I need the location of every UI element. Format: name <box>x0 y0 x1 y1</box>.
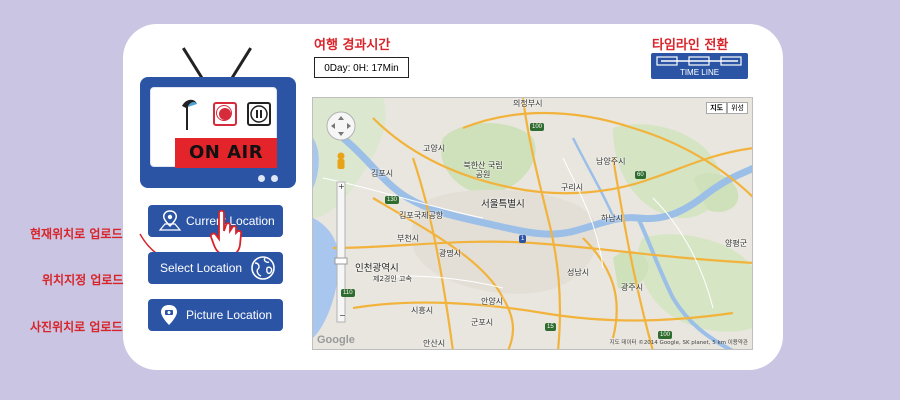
map-pin-icon <box>158 210 182 231</box>
map-type-satellite[interactable]: 위성 <box>727 102 748 114</box>
map-label: 하남시 <box>601 214 624 223</box>
elapsed-time-title: 여행 경과시간 <box>314 38 391 53</box>
map-label: 김포국제공항 <box>399 211 444 220</box>
map-label: 광주시 <box>621 283 644 292</box>
map-label: 시흥시 <box>411 306 434 315</box>
select-location-button[interactable]: Select Location <box>148 252 283 284</box>
zoom-out-button[interactable]: − <box>339 311 346 320</box>
map-label: 김포시 <box>371 169 394 178</box>
picture-location-label: Picture Location <box>186 308 273 322</box>
highway-shield: 1 <box>519 235 527 243</box>
map-type-map[interactable]: 지도 <box>706 102 728 114</box>
map-label: 구리시 <box>561 183 584 192</box>
map-label: 군포시 <box>471 318 494 327</box>
map-label: 서울특별시 <box>481 199 525 210</box>
highway-shield: 60 <box>635 171 646 179</box>
timeline-button-label: TIME LINE <box>679 68 720 77</box>
highway-shield: 15 <box>545 323 556 331</box>
map-label: 북한산 국립공원 <box>463 161 503 179</box>
map-view[interactable]: + − 지도 위성 의정부시 고양시 북한산 국립공원 남양주시 김포시 구리시… <box>312 97 753 350</box>
globe-icon <box>251 256 275 280</box>
map-logo: Google <box>317 334 355 346</box>
map-label: 성남시 <box>567 268 590 277</box>
map-label: 제2경인 고속 <box>373 275 412 283</box>
map-label: 안산시 <box>423 339 446 348</box>
highway-shield: 130 <box>385 196 400 204</box>
map-label: 의정부시 <box>513 99 543 108</box>
timeline-icon <box>656 56 742 66</box>
map-label: 부천시 <box>397 234 420 243</box>
timeline-toggle-button[interactable]: TIME LINE <box>651 53 748 79</box>
map-label: 남양주시 <box>596 157 626 166</box>
highway-shield: 110 <box>341 289 355 297</box>
picture-location-button[interactable]: Picture Location <box>148 299 283 331</box>
map-canvas <box>313 98 752 349</box>
zoom-in-button[interactable]: + <box>338 182 345 191</box>
map-label: 고양시 <box>423 144 446 153</box>
timeline-toggle-title: 타임라인 전환 <box>652 38 729 53</box>
select-location-label: Select Location <box>160 261 243 275</box>
photo-pin-icon <box>161 305 177 325</box>
map-label: 안양시 <box>481 297 504 306</box>
elapsed-time-value: 0Day: 0H: 17Min <box>314 57 409 78</box>
map-credit: 지도 데이터 ©2014 Google, SK planet, 5 km 이용약… <box>609 340 748 346</box>
map-label: 인천광역시 <box>355 263 399 274</box>
map-label: 양평군 <box>725 239 748 248</box>
map-label: 광명시 <box>439 249 462 258</box>
map-type-toggle[interactable]: 지도 위성 <box>706 102 748 114</box>
highway-shield: 100 <box>530 123 545 131</box>
